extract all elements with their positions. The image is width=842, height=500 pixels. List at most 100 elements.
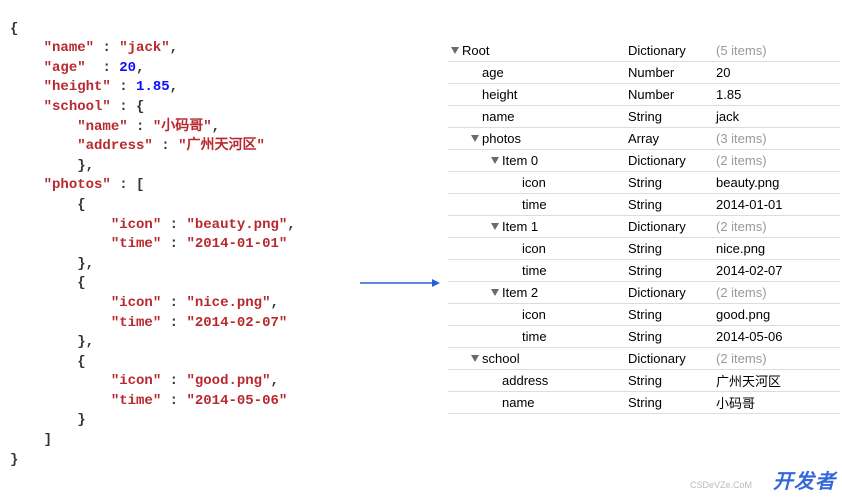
tree-row[interactable]: ageNumber20 [448, 62, 840, 84]
json-number: 20 [119, 60, 136, 76]
tree-key-cell[interactable]: icon [448, 175, 628, 190]
brace: { [10, 21, 18, 37]
tree-row[interactable]: iconStringgood.png [448, 304, 840, 326]
tree-value-cell: beauty.png [716, 175, 840, 190]
tree-row[interactable]: Item 0 Dictionary(2 items) [448, 150, 840, 172]
tree-key-cell[interactable]: photos [448, 131, 628, 146]
tree-type-cell: Dictionary [628, 285, 716, 300]
json-string: "2014-01-01" [186, 236, 287, 252]
json-key: "address" [77, 138, 153, 154]
tree-key-cell[interactable]: height [448, 87, 628, 102]
json-string: "nice.png" [186, 295, 270, 311]
tree-key-cell[interactable]: time [448, 329, 628, 344]
tree-value-cell: (3 items) [716, 131, 840, 146]
tree-key-cell[interactable]: Root [448, 43, 628, 58]
tree-row[interactable]: Item 2Dictionary(2 items) [448, 282, 840, 304]
tree-value-cell: 2014-05-06 [716, 329, 840, 344]
tree-key-cell[interactable]: icon [448, 241, 628, 256]
tree-key-cell[interactable]: time [448, 197, 628, 212]
disclosure-triangle-icon[interactable] [490, 156, 500, 166]
json-source-pane: { "name" : "jack", "age" : 20, "height" … [10, 0, 380, 470]
json-key: "school" [44, 99, 111, 115]
tree-key-label: age [482, 65, 504, 80]
disclosure-triangle-icon[interactable] [470, 134, 480, 144]
tree-key-label: Item 0 [502, 153, 538, 168]
json-string: "广州天河区" [178, 138, 265, 154]
disclosure-triangle-icon[interactable] [450, 46, 460, 56]
disclosure-triangle-icon[interactable] [470, 354, 480, 364]
tree-value-cell: (2 items) [716, 219, 840, 234]
json-key: "time" [111, 393, 161, 409]
tree-key-label: time [522, 329, 547, 344]
tree-key-label: icon [522, 307, 546, 322]
arrow-icon [360, 276, 440, 290]
tree-key-cell[interactable]: icon [448, 307, 628, 322]
json-string: "小码哥" [153, 119, 212, 135]
tree-type-cell: Number [628, 65, 716, 80]
json-key: "time" [111, 236, 161, 252]
tree-key-label: name [502, 395, 535, 410]
tree-key-label: address [502, 373, 548, 388]
tree-key-cell[interactable]: Item 1 [448, 219, 628, 234]
tree-type-cell: Dictionary [628, 153, 716, 168]
tree-type-cell: String [628, 175, 716, 190]
tree-type-cell: String [628, 329, 716, 344]
tree-value-cell: good.png [716, 307, 840, 322]
tree-row[interactable]: address String广州天河区 [448, 370, 840, 392]
json-key: "icon" [111, 295, 161, 311]
tree-row[interactable]: nameStringjack [448, 106, 840, 128]
tree-value-cell: 2014-02-07 [716, 263, 840, 278]
tree-row[interactable]: Item 1Dictionary(2 items) [448, 216, 840, 238]
tree-key-label: height [482, 87, 517, 102]
tree-row[interactable]: heightNumber1.85 [448, 84, 840, 106]
tree-type-cell: String [628, 109, 716, 124]
tree-key-label: Root [462, 43, 489, 58]
tree-key-cell[interactable]: time [448, 263, 628, 278]
tree-type-cell: String [628, 197, 716, 212]
tree-row[interactable]: iconStringbeauty.png [448, 172, 840, 194]
tree-row[interactable]: timeString2014-01-01 [448, 194, 840, 216]
tree-value-cell: jack [716, 109, 840, 124]
tree-type-cell: Dictionary [628, 219, 716, 234]
tree-key-label: Item 2 [502, 285, 538, 300]
json-key: "icon" [111, 373, 161, 389]
tree-value-cell: (2 items) [716, 153, 840, 168]
json-key: "icon" [111, 217, 161, 233]
tree-key-cell[interactable]: address [448, 373, 628, 388]
json-string: "2014-05-06" [186, 393, 287, 409]
tree-key-cell[interactable]: age [448, 65, 628, 80]
tree-key-label: school [482, 351, 520, 366]
tree-row[interactable]: timeString2014-02-07 [448, 260, 840, 282]
tree-value-cell: 广州天河区 [716, 371, 840, 390]
tree-key-cell[interactable]: name [448, 395, 628, 410]
tree-value-cell: 1.85 [716, 87, 840, 102]
json-string: "good.png" [186, 373, 270, 389]
tree-row[interactable]: photosArray(3 items) [448, 128, 840, 150]
tree-value-cell: nice.png [716, 241, 840, 256]
tree-type-cell: String [628, 373, 716, 388]
watermark-sub: CSDeVZe.CoM [690, 480, 752, 490]
tree-value-cell: 2014-01-01 [716, 197, 840, 212]
tree-key-cell[interactable]: name [448, 109, 628, 124]
json-string: "beauty.png" [186, 217, 287, 233]
tree-key-cell[interactable]: school [448, 351, 628, 366]
tree-row[interactable]: RootDictionary(5 items) [448, 40, 840, 62]
json-key: "height" [44, 79, 111, 95]
tree-row[interactable]: iconStringnice.png [448, 238, 840, 260]
plist-tree: RootDictionary(5 items)ageNumber20height… [448, 40, 840, 414]
tree-type-cell: Dictionary [628, 351, 716, 366]
tree-key-label: icon [522, 241, 546, 256]
json-string: "jack" [119, 40, 169, 56]
tree-value-cell: 小码哥 [716, 393, 840, 412]
disclosure-triangle-icon[interactable] [490, 288, 500, 298]
tree-row[interactable]: schoolDictionary(2 items) [448, 348, 840, 370]
tree-key-cell[interactable]: Item 2 [448, 285, 628, 300]
json-key: "name" [77, 119, 127, 135]
tree-row[interactable]: time String2014-05-06 [448, 326, 840, 348]
tree-row[interactable]: nameString小码哥 [448, 392, 840, 414]
disclosure-triangle-icon[interactable] [490, 222, 500, 232]
json-key: "age" [44, 60, 86, 76]
tree-type-cell: String [628, 263, 716, 278]
tree-key-cell[interactable]: Item 0 [448, 153, 628, 168]
json-key: "name" [44, 40, 94, 56]
